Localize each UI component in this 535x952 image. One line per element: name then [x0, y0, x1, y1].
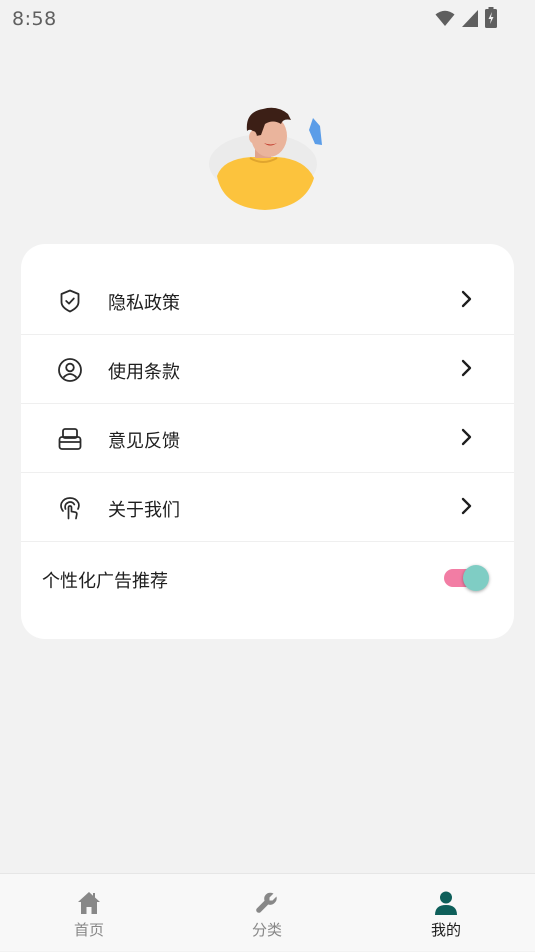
menu-item-privacy-policy[interactable]: 隐私政策: [21, 266, 514, 335]
wifi-icon: [435, 10, 455, 26]
personalized-ads-row: 个性化广告推荐: [21, 541, 514, 619]
nav-mine[interactable]: 我的: [357, 874, 535, 952]
signal-icon: [462, 10, 478, 27]
menu-item-label: 使用条款: [108, 362, 180, 383]
menu-item-label: 隐私政策: [108, 293, 180, 314]
bottom-nav: 首页 分类 我的: [0, 873, 535, 951]
inbox-icon: [58, 428, 82, 450]
nav-category[interactable]: 分类: [178, 874, 356, 952]
avatar: [209, 107, 322, 210]
settings-card: 隐私政策 使用条款 意见反馈 关于我们 个性化广告推荐: [21, 244, 514, 639]
battery-icon: [485, 7, 497, 28]
menu-item-about-us[interactable]: 关于我们: [21, 473, 514, 542]
menu-item-label: 关于我们: [108, 500, 180, 521]
person-icon: [435, 891, 457, 915]
touch-hand-icon: [60, 497, 80, 520]
home-icon: [78, 892, 100, 914]
status-bar: 8:58: [0, 0, 535, 38]
toggle-thumb: [463, 565, 489, 591]
status-icons: [435, 7, 497, 29]
menu-item-terms-of-use[interactable]: 使用条款: [21, 335, 514, 404]
chevron-right-icon: [461, 497, 472, 515]
personalized-ads-toggle[interactable]: [444, 563, 490, 593]
nav-label: 我的: [430, 921, 461, 939]
nav-label: 首页: [73, 921, 104, 939]
chevron-right-icon: [461, 428, 472, 446]
nav-home[interactable]: 首页: [0, 874, 178, 952]
nav-label: 分类: [251, 921, 282, 939]
menu-item-label: 意见反馈: [108, 431, 180, 452]
chevron-right-icon: [461, 359, 472, 377]
personalized-ads-label: 个性化广告推荐: [42, 571, 168, 592]
status-time: 8:58: [12, 8, 57, 30]
shield-check-icon: [60, 289, 80, 313]
wrench-icon: [256, 892, 277, 913]
user-circle-icon: [58, 358, 82, 382]
menu-item-feedback[interactable]: 意见反馈: [21, 404, 514, 473]
chevron-right-icon: [461, 290, 472, 308]
